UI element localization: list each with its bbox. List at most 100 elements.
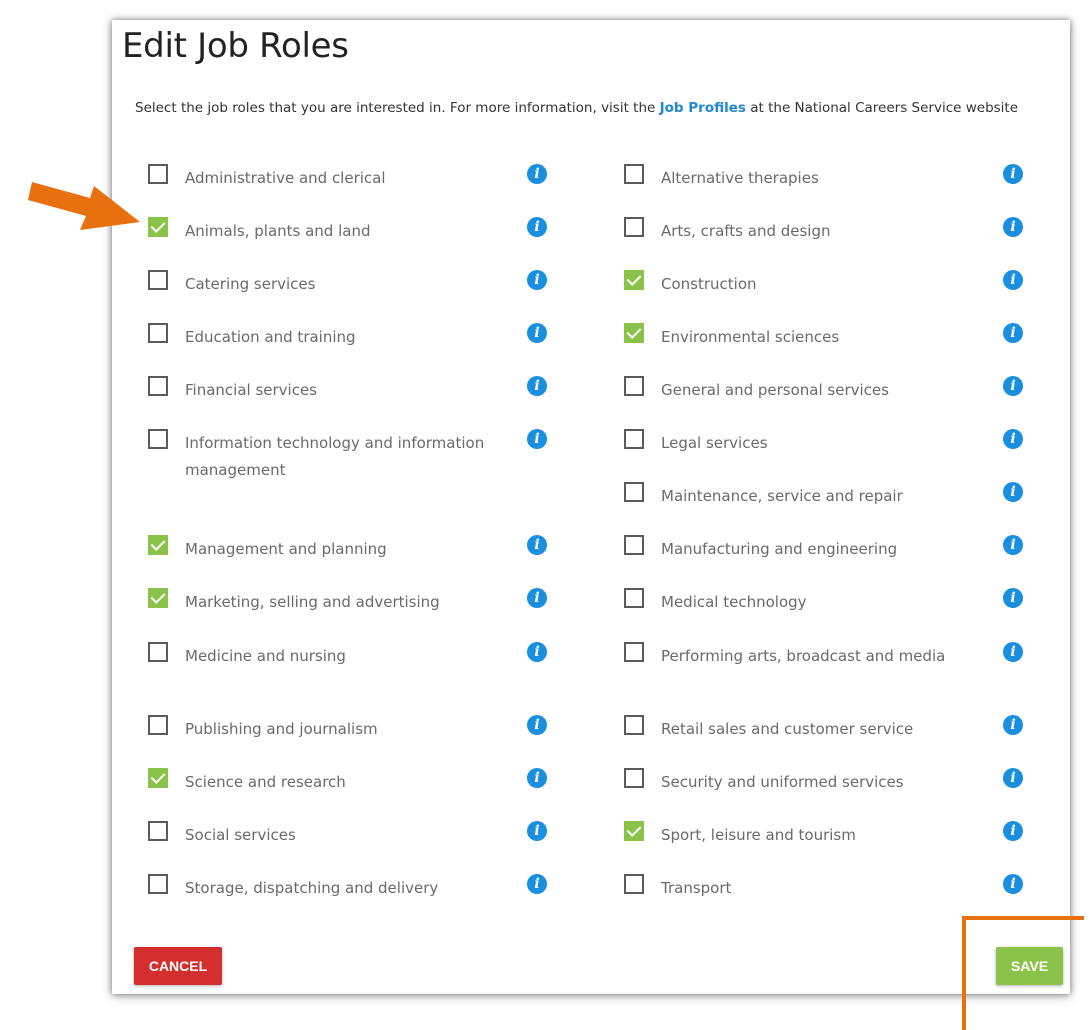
- info-icon[interactable]: i: [1003, 270, 1023, 290]
- role-item-information-technology-and-information-management[interactable]: Information technology and information m…: [148, 429, 549, 479]
- role-item-animals-plants-and-land[interactable]: Animals, plants and land i: [148, 217, 549, 247]
- role-label[interactable]: Catering services: [185, 271, 485, 298]
- role-checkbox[interactable]: [624, 715, 644, 735]
- info-icon[interactable]: i: [1003, 642, 1023, 662]
- role-checkbox[interactable]: [148, 217, 168, 237]
- role-item-security-and-uniformed-services[interactable]: Security and uniformed services i: [624, 768, 1025, 798]
- role-item-management-and-planning[interactable]: Management and planning i: [148, 535, 549, 565]
- role-label[interactable]: Environmental sciences: [661, 324, 961, 351]
- role-label[interactable]: Alternative therapies: [661, 165, 961, 192]
- role-checkbox[interactable]: [148, 429, 168, 449]
- role-checkbox[interactable]: [148, 642, 168, 662]
- role-item-social-services[interactable]: Social services i: [148, 821, 549, 851]
- role-label[interactable]: Maintenance, service and repair: [661, 483, 961, 510]
- role-label[interactable]: Information technology and information m…: [185, 430, 485, 484]
- role-label[interactable]: Management and planning: [185, 536, 485, 563]
- role-checkbox[interactable]: [148, 821, 168, 841]
- info-icon[interactable]: i: [1003, 482, 1023, 502]
- info-icon[interactable]: i: [1003, 535, 1023, 555]
- role-checkbox[interactable]: [624, 482, 644, 502]
- role-label[interactable]: Medical technology: [661, 589, 961, 616]
- role-checkbox[interactable]: [624, 588, 644, 608]
- role-checkbox[interactable]: [624, 768, 644, 788]
- role-item-manufacturing-and-engineering[interactable]: Manufacturing and engineering i: [624, 535, 1025, 565]
- role-item-publishing-and-journalism[interactable]: Publishing and journalism i: [148, 715, 549, 745]
- role-item-marketing-selling-and-advertising[interactable]: Marketing, selling and advertising i: [148, 588, 549, 618]
- role-item-environmental-sciences[interactable]: Environmental sciences i: [624, 323, 1025, 353]
- info-icon[interactable]: i: [527, 270, 547, 290]
- role-checkbox[interactable]: [624, 642, 644, 662]
- role-checkbox[interactable]: [624, 270, 644, 290]
- role-label[interactable]: Manufacturing and engineering: [661, 536, 961, 563]
- role-label[interactable]: Retail sales and customer service: [661, 716, 961, 743]
- info-icon[interactable]: i: [527, 821, 547, 841]
- role-item-administrative-and-clerical[interactable]: Administrative and clerical i: [148, 164, 549, 194]
- info-icon[interactable]: i: [1003, 715, 1023, 735]
- role-label[interactable]: Security and uniformed services: [661, 769, 961, 796]
- role-label[interactable]: Animals, plants and land: [185, 218, 485, 245]
- role-checkbox[interactable]: [148, 164, 168, 184]
- info-icon[interactable]: i: [1003, 164, 1023, 184]
- role-item-storage-dispatching-and-delivery[interactable]: Storage, dispatching and delivery i: [148, 874, 549, 904]
- role-label[interactable]: Administrative and clerical: [185, 165, 485, 192]
- role-item-medicine-and-nursing[interactable]: Medicine and nursing i: [148, 642, 549, 672]
- role-item-science-and-research[interactable]: Science and research i: [148, 768, 549, 798]
- info-icon[interactable]: i: [527, 164, 547, 184]
- job-profiles-link[interactable]: Job Profiles: [660, 100, 746, 116]
- role-item-sport-leisure-and-tourism[interactable]: Sport, leisure and tourism i: [624, 821, 1025, 851]
- role-label[interactable]: Legal services: [661, 430, 961, 457]
- role-label[interactable]: Transport: [661, 875, 961, 902]
- role-label[interactable]: Medicine and nursing: [185, 643, 485, 670]
- role-label[interactable]: Sport, leisure and tourism: [661, 822, 961, 849]
- info-icon[interactable]: i: [1003, 429, 1023, 449]
- role-checkbox[interactable]: [148, 768, 168, 788]
- info-icon[interactable]: i: [527, 768, 547, 788]
- info-icon[interactable]: i: [1003, 821, 1023, 841]
- info-icon[interactable]: i: [527, 715, 547, 735]
- info-icon[interactable]: i: [527, 429, 547, 449]
- role-item-catering-services[interactable]: Catering services i: [148, 270, 549, 300]
- role-checkbox[interactable]: [148, 535, 168, 555]
- role-label[interactable]: Social services: [185, 822, 485, 849]
- role-item-arts-crafts-and-design[interactable]: Arts, crafts and design i: [624, 217, 1025, 247]
- info-icon[interactable]: i: [1003, 768, 1023, 788]
- info-icon[interactable]: i: [527, 323, 547, 343]
- role-item-retail-sales-and-customer-service[interactable]: Retail sales and customer service i: [624, 715, 1025, 745]
- info-icon[interactable]: i: [527, 874, 547, 894]
- info-icon[interactable]: i: [527, 642, 547, 662]
- role-checkbox[interactable]: [624, 535, 644, 555]
- role-item-transport[interactable]: Transport i: [624, 874, 1025, 904]
- role-item-construction[interactable]: Construction i: [624, 270, 1025, 300]
- role-checkbox[interactable]: [624, 821, 644, 841]
- role-label[interactable]: Arts, crafts and design: [661, 218, 961, 245]
- role-checkbox[interactable]: [148, 588, 168, 608]
- info-icon[interactable]: i: [1003, 217, 1023, 237]
- info-icon[interactable]: i: [527, 535, 547, 555]
- role-checkbox[interactable]: [148, 323, 168, 343]
- role-checkbox[interactable]: [624, 217, 644, 237]
- role-checkbox[interactable]: [148, 270, 168, 290]
- role-item-legal-services[interactable]: Legal services i: [624, 429, 1025, 459]
- role-item-medical-technology[interactable]: Medical technology i: [624, 588, 1025, 618]
- role-item-performing-arts-broadcast-and-media[interactable]: Performing arts, broadcast and media i: [624, 642, 1025, 672]
- role-checkbox[interactable]: [624, 164, 644, 184]
- role-label[interactable]: Marketing, selling and advertising: [185, 589, 485, 616]
- role-checkbox[interactable]: [624, 874, 644, 894]
- role-label[interactable]: Science and research: [185, 769, 485, 796]
- info-icon[interactable]: i: [1003, 874, 1023, 894]
- role-item-general-and-personal-services[interactable]: General and personal services i: [624, 376, 1025, 406]
- role-label[interactable]: Financial services: [185, 377, 485, 404]
- role-label[interactable]: Construction: [661, 271, 961, 298]
- role-item-financial-services[interactable]: Financial services i: [148, 376, 549, 406]
- role-checkbox[interactable]: [148, 715, 168, 735]
- role-label[interactable]: Performing arts, broadcast and media: [661, 643, 961, 670]
- info-icon[interactable]: i: [1003, 588, 1023, 608]
- info-icon[interactable]: i: [527, 217, 547, 237]
- role-item-alternative-therapies[interactable]: Alternative therapies i: [624, 164, 1025, 194]
- info-icon[interactable]: i: [1003, 376, 1023, 396]
- role-label[interactable]: Storage, dispatching and delivery: [185, 875, 485, 902]
- role-checkbox[interactable]: [624, 376, 644, 396]
- role-checkbox[interactable]: [624, 323, 644, 343]
- role-item-maintenance-service-and-repair[interactable]: Maintenance, service and repair i: [624, 482, 1025, 512]
- role-item-education-and-training[interactable]: Education and training i: [148, 323, 549, 353]
